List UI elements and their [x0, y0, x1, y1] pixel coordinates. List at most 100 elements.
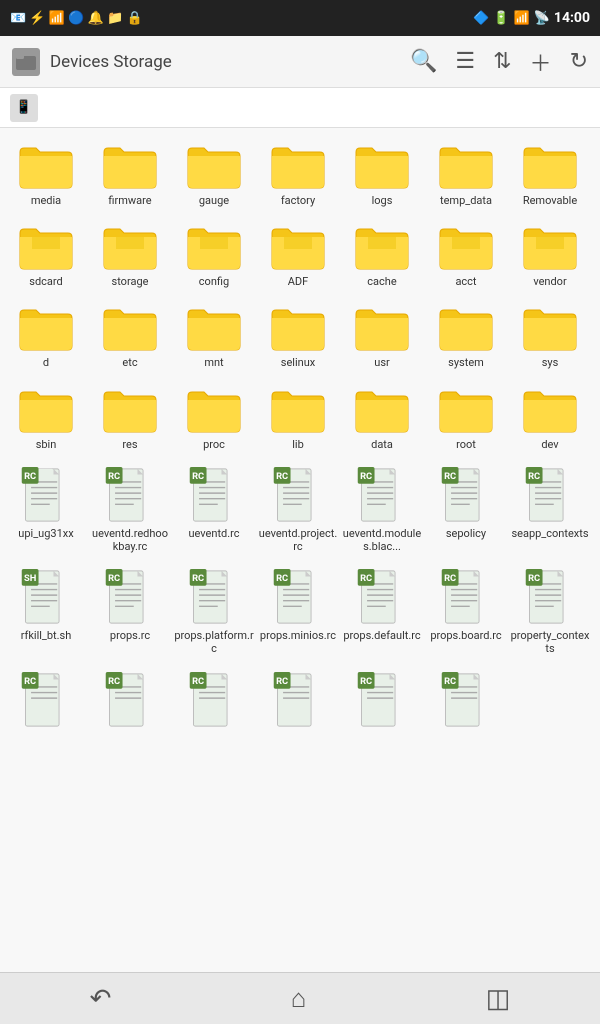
folder-icon-logs	[354, 142, 410, 190]
list-item[interactable]: vendor	[508, 217, 592, 294]
svg-text:SH: SH	[24, 573, 36, 584]
folder-icon-res	[102, 386, 158, 434]
list-item[interactable]: ADF	[256, 217, 340, 294]
list-item[interactable]: res	[88, 380, 172, 457]
list-item[interactable]: sys	[508, 298, 592, 375]
list-item[interactable]: RC	[4, 666, 88, 734]
list-item[interactable]: etc	[88, 298, 172, 375]
folder-icon-cache	[354, 223, 410, 271]
list-item[interactable]: dev	[508, 380, 592, 457]
file-label: props.platform.rc	[174, 629, 254, 655]
svg-text:RC: RC	[192, 676, 204, 687]
list-item[interactable]: logs	[340, 136, 424, 213]
folder-icon-temp_data	[438, 142, 494, 190]
folder-label: ADF	[288, 275, 308, 288]
folder-row-2: sdcard storage config ADF cache acct ven…	[4, 217, 596, 294]
list-item[interactable]: system	[424, 298, 508, 375]
list-item[interactable]: RC upi_ug31xx	[4, 461, 88, 559]
folder-label: dev	[541, 438, 558, 451]
list-item[interactable]: RC props.board.rc	[424, 563, 508, 661]
home-button[interactable]: ⌂	[291, 983, 307, 1014]
list-item[interactable]: mnt	[172, 298, 256, 375]
file-icon-ueventd: RC	[188, 467, 240, 523]
folder-icon-gauge	[186, 142, 242, 190]
list-item[interactable]: storage	[88, 217, 172, 294]
list-item[interactable]: data	[340, 380, 424, 457]
list-item[interactable]: RC ueventd.project.rc	[256, 461, 340, 559]
recents-button[interactable]: ◫	[486, 984, 511, 1014]
list-item[interactable]: RC props.platform.rc	[172, 563, 256, 661]
list-item[interactable]: RC	[256, 666, 340, 734]
search-button[interactable]: 🔍	[410, 49, 437, 74]
list-item[interactable]: usr	[340, 298, 424, 375]
folder-icon-sbin	[18, 386, 74, 434]
list-item[interactable]: SH rfkill_bt.sh	[4, 563, 88, 661]
list-button[interactable]: ☰	[455, 49, 475, 74]
list-item[interactable]: sdcard	[4, 217, 88, 294]
file-label: ueventd.project.rc	[258, 527, 338, 553]
folder-label: storage	[112, 275, 149, 288]
list-item[interactable]: media	[4, 136, 88, 213]
list-item[interactable]: d	[4, 298, 88, 375]
list-item[interactable]: Removable	[508, 136, 592, 213]
folder-icon-usr	[354, 304, 410, 352]
list-item[interactable]: lib	[256, 380, 340, 457]
list-item[interactable]: proc	[172, 380, 256, 457]
battery-icon: 🔋	[493, 11, 509, 26]
list-item[interactable]: factory	[256, 136, 340, 213]
back-button[interactable]: ↶	[90, 984, 112, 1014]
list-item[interactable]: RC ueventd.redhookbay.rc	[88, 461, 172, 559]
list-item[interactable]: acct	[424, 217, 508, 294]
list-item[interactable]: RC props.rc	[88, 563, 172, 661]
file-icon-ueventd-mod: RC	[356, 467, 408, 523]
folder-icon-sys	[522, 304, 578, 352]
svg-text:RC: RC	[108, 573, 120, 584]
folder-row-3: d etc mnt selinux usr system sys	[4, 298, 596, 375]
list-item[interactable]: RC	[424, 666, 508, 734]
refresh-button[interactable]: ↻	[570, 49, 588, 74]
list-item[interactable]: RC props.minios.rc	[256, 563, 340, 661]
add-button[interactable]: ＋	[530, 46, 552, 78]
svg-text:RC: RC	[360, 573, 372, 584]
list-item[interactable]: gauge	[172, 136, 256, 213]
file-icon-partial3: RC	[188, 672, 240, 728]
folder-row-4: sbin res proc lib data root dev	[4, 380, 596, 457]
list-item[interactable]: RC ueventd.modules.blac...	[340, 461, 424, 559]
svg-text:RC: RC	[24, 676, 36, 687]
folder-icon-media	[18, 142, 74, 190]
file-icon-sepolicy: RC	[440, 467, 492, 523]
list-item[interactable]: firmware	[88, 136, 172, 213]
folder-label: data	[371, 438, 393, 451]
folder-icon-data	[354, 386, 410, 434]
file-icon-props: RC	[104, 569, 156, 625]
folder-icon-proc	[186, 386, 242, 434]
folder-label: temp_data	[440, 194, 492, 207]
list-item[interactable]: RC ueventd.rc	[172, 461, 256, 559]
list-item[interactable]: sbin	[4, 380, 88, 457]
list-item[interactable]: RC	[88, 666, 172, 734]
list-item[interactable]: config	[172, 217, 256, 294]
folder-label: vendor	[533, 275, 566, 288]
list-item[interactable]: RC props.default.rc	[340, 563, 424, 661]
list-item[interactable]: temp_data	[424, 136, 508, 213]
list-item[interactable]: selinux	[256, 298, 340, 375]
list-item[interactable]: cache	[340, 217, 424, 294]
svg-text:RC: RC	[528, 471, 540, 482]
filter-button[interactable]: ⇅	[493, 49, 511, 74]
list-item[interactable]: root	[424, 380, 508, 457]
list-item[interactable]: RC	[172, 666, 256, 734]
path-bar: 📱	[0, 88, 600, 128]
file-label: sepolicy	[446, 527, 486, 540]
list-item[interactable]: RC sepolicy	[424, 461, 508, 559]
file-icon-ueventd-proj: RC	[272, 467, 324, 523]
svg-text:RC: RC	[444, 676, 456, 687]
list-item[interactable]: RC	[340, 666, 424, 734]
folder-label: etc	[122, 356, 137, 369]
list-item[interactable]: RC seapp_contexts	[508, 461, 592, 559]
folder-icon-adf	[270, 223, 326, 271]
folder-label: mnt	[204, 356, 223, 369]
file-label: props.rc	[110, 629, 150, 642]
svg-text:RC: RC	[108, 676, 120, 687]
status-bar-left: 📧 ⚡ 📶 🔵 🔔 📁 🔒	[10, 11, 143, 26]
list-item[interactable]: RC property_contexts	[508, 563, 592, 661]
